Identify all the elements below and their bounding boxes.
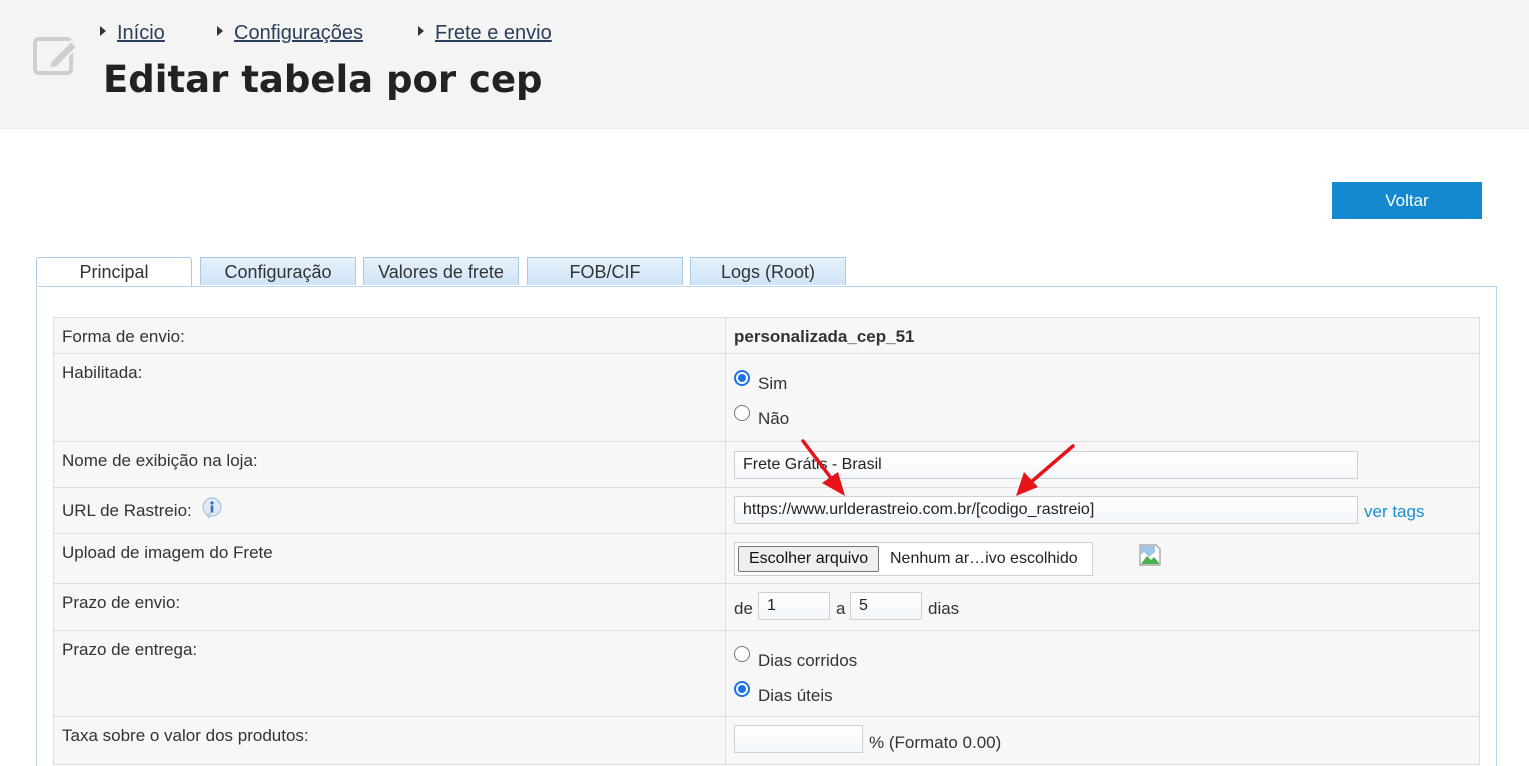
form-row-url-rastreio: URL de Rastreio: ver tags bbox=[53, 487, 1480, 534]
form-row-nome-exibicao: Nome de exibição na loja: bbox=[53, 441, 1480, 488]
ship-time-suffix: dias bbox=[928, 599, 960, 618]
ship-time-middle: a bbox=[836, 599, 846, 618]
field-label: Prazo de entrega: bbox=[53, 630, 726, 717]
field-label: Prazo de envio: bbox=[53, 583, 726, 631]
view-tags-link[interactable]: ver tags bbox=[1364, 502, 1424, 522]
radio-label-dias-corridos: Dias corridos bbox=[758, 651, 858, 670]
ship-time-to-input[interactable] bbox=[850, 592, 922, 620]
breadcrumb-item-inicio: Início bbox=[100, 22, 165, 45]
field-label: Upload de imagem do Frete bbox=[53, 533, 726, 584]
caret-right-icon bbox=[217, 26, 223, 36]
radio-button-dias-corridos[interactable] bbox=[734, 646, 750, 662]
ship-time-from-input[interactable] bbox=[758, 592, 830, 620]
file-upload-control[interactable]: Escolher arquivo Nenhum ar…ivo escolhido bbox=[734, 542, 1093, 576]
form-row-upload-imagem: Upload de imagem do Frete Escolher arqui… bbox=[53, 533, 1480, 584]
radio-label-nao: Não bbox=[758, 409, 790, 428]
choose-file-button[interactable]: Escolher arquivo bbox=[738, 546, 880, 572]
radio-label-sim: Sim bbox=[758, 374, 788, 393]
file-status-text: Nenhum ar…ivo escolhido bbox=[890, 550, 1078, 567]
product-fee-format-hint: % (Formato 0.00) bbox=[869, 733, 1002, 752]
field-label: Habilitada: bbox=[53, 353, 726, 442]
radio-button-nao[interactable] bbox=[734, 405, 750, 421]
radio-button-dias-uteis[interactable] bbox=[734, 681, 750, 697]
form-row-prazo-envio: Prazo de envio: de a dias bbox=[53, 583, 1480, 631]
breadcrumb-link-inicio[interactable]: Início bbox=[117, 22, 165, 44]
field-label: Forma de envio: bbox=[53, 317, 726, 354]
tab-fob-cif[interactable]: FOB/CIF bbox=[527, 257, 683, 285]
radio-label-dias-uteis: Dias úteis bbox=[758, 686, 833, 705]
tracking-url-input[interactable] bbox=[734, 496, 1358, 524]
info-icon[interactable] bbox=[201, 497, 223, 519]
form-row-prazo-entrega: Prazo de entrega: Dias corridos Dias úte… bbox=[53, 630, 1480, 717]
breadcrumb-link-configuracoes[interactable]: Configurações bbox=[234, 22, 363, 44]
field-label: Taxa sobre o valor dos produtos: bbox=[53, 716, 726, 765]
display-name-input[interactable] bbox=[734, 451, 1358, 479]
field-label-url-rastreio: URL de Rastreio: bbox=[53, 487, 726, 534]
radio-option-dias-uteis[interactable]: Dias úteis bbox=[734, 681, 934, 705]
product-fee-input[interactable] bbox=[734, 725, 863, 753]
caret-right-icon bbox=[100, 26, 106, 36]
breadcrumb-item-frete-envio: Frete e envio bbox=[418, 22, 552, 45]
caret-right-icon bbox=[418, 26, 424, 36]
field-label: Nome de exibição na loja: bbox=[53, 441, 726, 488]
tab-principal[interactable]: Principal bbox=[36, 257, 192, 288]
form-row-forma-envio: Forma de envio: personalizada_cep_51 bbox=[53, 317, 1480, 354]
tab-valores-frete[interactable]: Valores de frete bbox=[363, 257, 519, 285]
page-title: Editar tabela por cep bbox=[103, 58, 543, 101]
form-row-habilitada: Habilitada: Sim Não bbox=[53, 353, 1480, 442]
radio-button-sim[interactable] bbox=[734, 370, 750, 386]
shipping-method-value: personalizada_cep_51 bbox=[734, 327, 915, 346]
radio-option-dias-corridos[interactable]: Dias corridos bbox=[734, 646, 934, 670]
shipping-form: Forma de envio: personalizada_cep_51 Hab… bbox=[53, 317, 1480, 765]
tab-logs-root[interactable]: Logs (Root) bbox=[690, 257, 846, 285]
radio-option-nao[interactable]: Não bbox=[734, 405, 934, 429]
broken-image-icon bbox=[1139, 544, 1161, 566]
page-header: Início Configurações Frete e envio Edita… bbox=[0, 0, 1529, 129]
edit-icon bbox=[33, 37, 79, 75]
tab-configuracao[interactable]: Configuração bbox=[200, 257, 356, 285]
back-button[interactable]: Voltar bbox=[1332, 182, 1482, 219]
ship-time-prefix: de bbox=[734, 599, 753, 618]
field-label: URL de Rastreio: bbox=[62, 501, 192, 520]
form-row-taxa-produtos: Taxa sobre o valor dos produtos: % (Form… bbox=[53, 716, 1480, 765]
radio-option-sim[interactable]: Sim bbox=[734, 370, 934, 394]
breadcrumb-item-configuracoes: Configurações bbox=[217, 22, 363, 45]
breadcrumb-link-frete-envio[interactable]: Frete e envio bbox=[435, 22, 552, 44]
